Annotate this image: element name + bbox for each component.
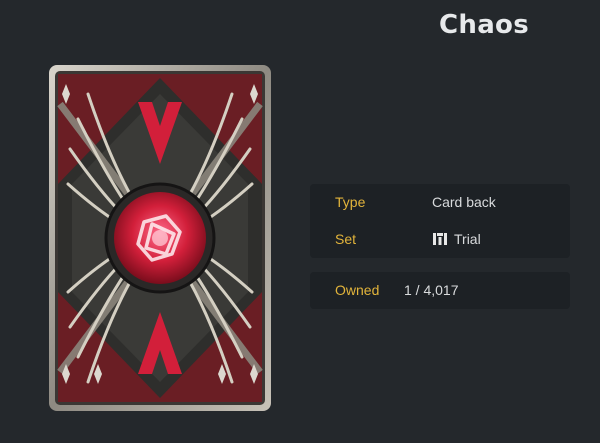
set-label: Set	[335, 231, 357, 247]
ownership-panel: Owned 1 / 4,017	[310, 272, 570, 309]
owned-value: 1 / 4,017	[404, 282, 459, 298]
set-row: Set Trial	[310, 231, 570, 251]
details-panel: Type Card back Set Trial	[310, 184, 570, 258]
set-value: Trial	[454, 231, 481, 247]
owned-label: Owned	[335, 282, 380, 298]
item-title: Chaos	[439, 10, 529, 40]
trial-set-icon	[432, 232, 448, 246]
set-value-group: Trial	[432, 231, 481, 247]
type-value: Card back	[432, 194, 496, 210]
type-row: Type Card back	[310, 194, 570, 214]
type-label: Type	[335, 194, 366, 210]
owned-row: Owned 1 / 4,017	[310, 282, 570, 302]
card-back-image	[48, 64, 272, 412]
